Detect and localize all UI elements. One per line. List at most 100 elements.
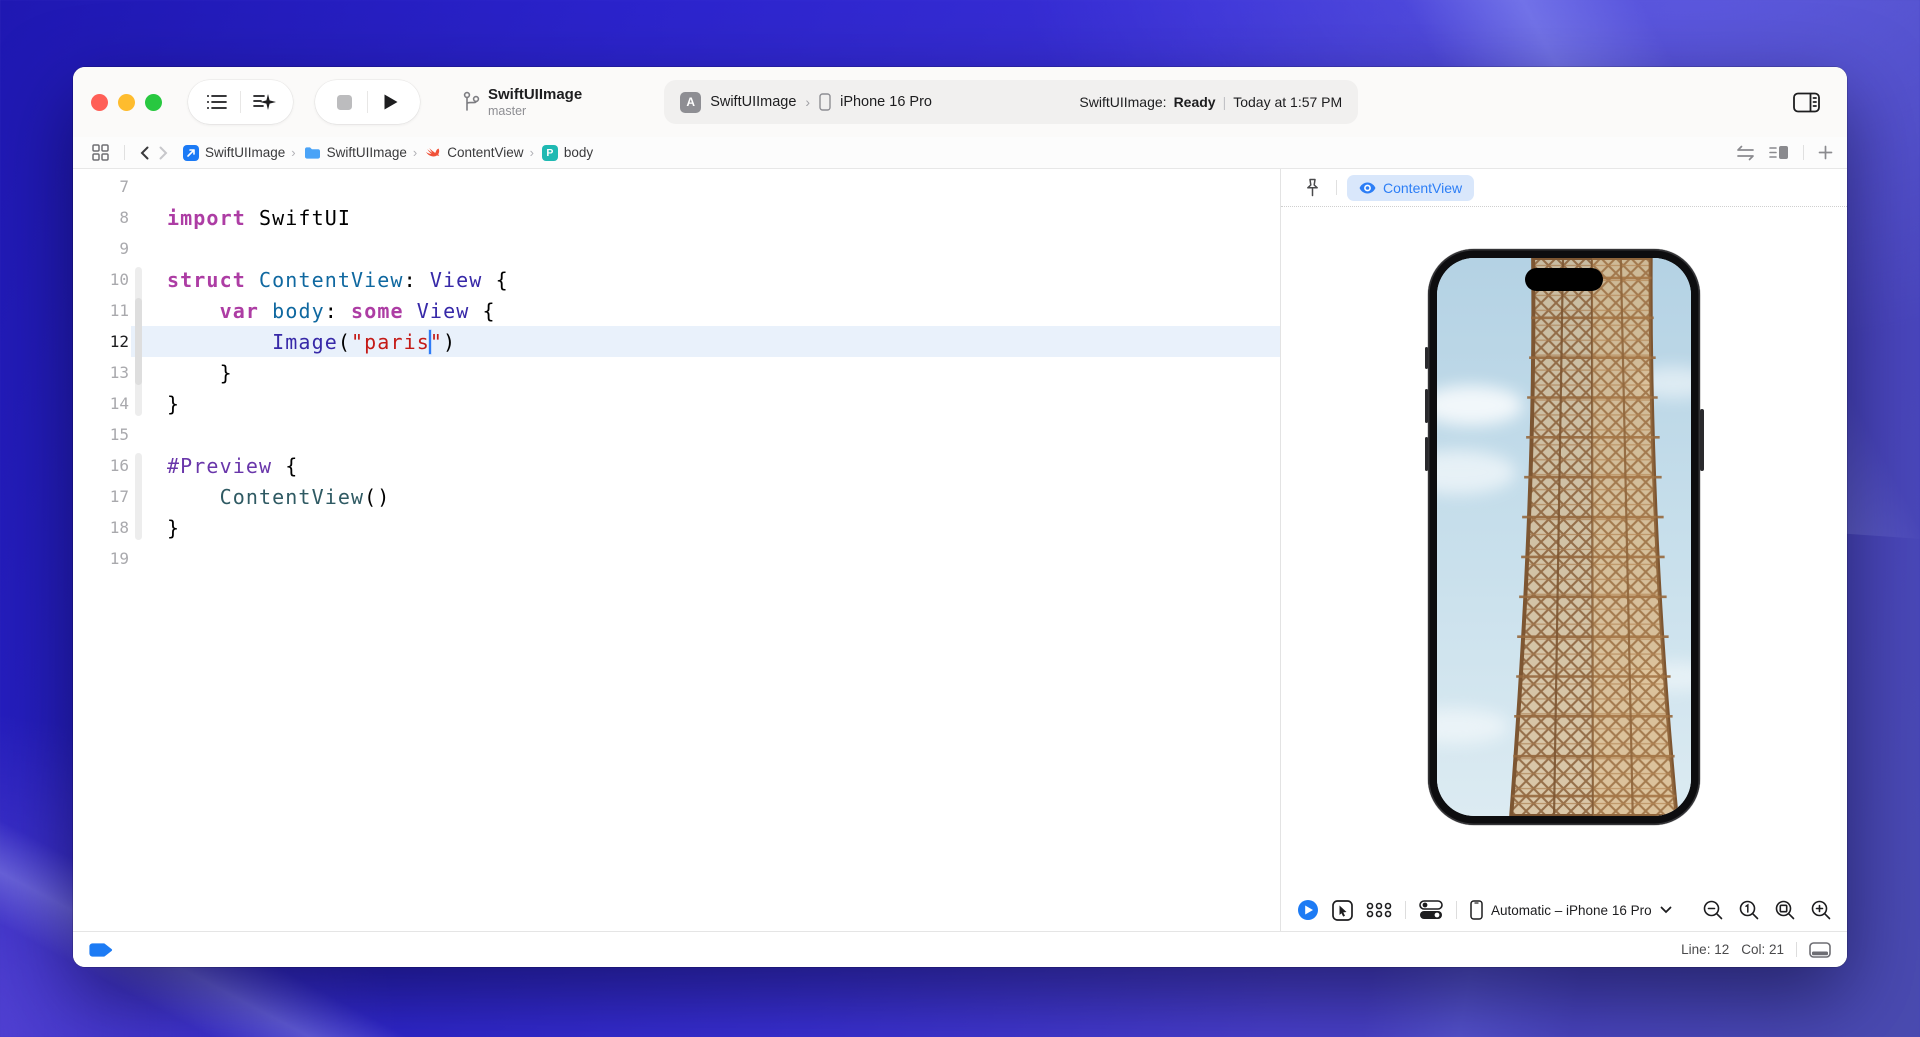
device-selector-label: Automatic – iPhone 16 Pro: [1491, 903, 1652, 918]
source-control-summary[interactable]: SwiftUIImage master: [462, 86, 582, 118]
code-line[interactable]: 11 var body: some View {: [73, 295, 1280, 326]
breadcrumb-item-file[interactable]: ContentView ›: [425, 145, 534, 161]
dynamic-island: [1525, 268, 1603, 291]
run-button[interactable]: [368, 84, 414, 120]
device-selector[interactable]: Automatic – iPhone 16 Pro: [1470, 900, 1672, 920]
breadcrumb-item-group[interactable]: SwiftUIImage ›: [304, 145, 418, 160]
preview-tab-contentview[interactable]: ContentView: [1347, 175, 1474, 201]
stop-icon: [337, 95, 352, 110]
inspector-toggle-button[interactable]: [1783, 84, 1829, 120]
code-line[interactable]: 16#Preview {: [73, 450, 1280, 481]
code-line[interactable]: 10struct ContentView: View {: [73, 264, 1280, 295]
breadcrumb-label: body: [564, 145, 593, 160]
code-text: }: [129, 516, 180, 540]
related-items-icon: [92, 144, 109, 161]
debug-area-icon[interactable]: [1809, 942, 1831, 958]
line-number: 12: [73, 332, 129, 351]
chevron-right-icon: ›: [805, 94, 810, 110]
back-button[interactable]: [135, 146, 154, 160]
git-branch-icon: [462, 91, 480, 113]
iphone-icon: [819, 93, 831, 111]
divider: [124, 145, 125, 160]
code-line[interactable]: 13 }: [73, 357, 1280, 388]
run-destination[interactable]: iPhone 16 Pro: [840, 94, 932, 110]
branch-name: master: [488, 104, 582, 118]
iphone-preview-device[interactable]: [1428, 249, 1700, 825]
chevron-right-icon: ›: [413, 145, 417, 160]
code-line[interactable]: 7: [73, 171, 1280, 202]
code-line[interactable]: 15: [73, 419, 1280, 450]
line-number: 18: [73, 518, 129, 537]
code-line[interactable]: 18}: [73, 512, 1280, 543]
scheme-selector[interactable]: A SwiftUIImage › iPhone 16 Pro: [680, 92, 932, 113]
canvas-bottom-bar: Automatic – iPhone 16 Pro: [1281, 889, 1847, 931]
swap-arrows-icon[interactable]: [1736, 145, 1755, 161]
breadcrumb-item-symbol[interactable]: P body: [542, 145, 593, 161]
code-line[interactable]: 9: [73, 233, 1280, 264]
line-number: 13: [73, 363, 129, 382]
status-divider: |: [1223, 94, 1227, 110]
zoom-in-icon[interactable]: [1811, 900, 1831, 920]
code-lines: 78import SwiftUI910struct ContentView: V…: [73, 171, 1280, 574]
breadcrumb-label: SwiftUIImage: [205, 145, 285, 160]
zoom-fit-icon[interactable]: [1775, 900, 1795, 920]
canvas-body: [1281, 207, 1847, 889]
code-text: import SwiftUI: [129, 206, 351, 230]
code-line[interactable]: 12 Image("paris"): [73, 326, 1280, 357]
ai-compose-button[interactable]: [241, 84, 287, 120]
volume-up-button: [1425, 389, 1429, 423]
toolbar: SwiftUIImage master A SwiftUIImage › iPh…: [73, 67, 1847, 137]
zoom-100-icon[interactable]: [1739, 900, 1759, 920]
related-items-button[interactable]: [87, 144, 114, 161]
eye-icon: [1359, 182, 1376, 194]
source-editor[interactable]: 78import SwiftUI910struct ContentView: V…: [73, 169, 1280, 931]
divider: [1803, 145, 1804, 160]
back-chevron-icon: [140, 146, 149, 160]
line-number: 8: [73, 208, 129, 227]
pin-icon[interactable]: [1299, 178, 1326, 197]
property-icon: P: [542, 145, 558, 161]
code-line[interactable]: 17 ContentView(): [73, 481, 1280, 512]
select-mode-button[interactable]: [1332, 900, 1353, 921]
xcode-window: SwiftUIImage master A SwiftUIImage › iPh…: [73, 67, 1847, 967]
forward-button[interactable]: [154, 146, 173, 160]
device-settings-icon[interactable]: [1419, 900, 1443, 920]
divider: [1405, 901, 1406, 919]
code-text: }: [129, 392, 180, 416]
minimize-button[interactable]: [118, 94, 135, 111]
breadcrumb-label: SwiftUIImage: [327, 145, 407, 160]
editor-options-icon[interactable]: [1769, 145, 1789, 160]
jump-bar: SwiftUIImage › SwiftUIImage › ContentVie…: [73, 137, 1847, 169]
line-number: 17: [73, 487, 129, 506]
stop-button[interactable]: [321, 84, 367, 120]
navigator-list-button[interactable]: [194, 84, 240, 120]
chevron-right-icon: ›: [530, 145, 534, 160]
folder-icon: [304, 146, 321, 160]
code-text: Image("paris"): [129, 330, 456, 354]
iphone-icon: [1470, 900, 1483, 920]
code-line[interactable]: 19: [73, 543, 1280, 574]
line-indicator: Line: 12: [1681, 942, 1729, 957]
breadcrumb-item-project[interactable]: SwiftUIImage ›: [183, 145, 296, 161]
activity-status[interactable]: SwiftUIImage: Ready | Today at 1:57 PM: [1079, 94, 1342, 110]
status-app: SwiftUIImage:: [1079, 94, 1166, 110]
zoom-button[interactable]: [145, 94, 162, 111]
variants-icon[interactable]: [1366, 901, 1392, 919]
status-bar: Line: 12 Col: 21: [73, 931, 1847, 967]
code-line[interactable]: 14}: [73, 388, 1280, 419]
live-preview-button[interactable]: [1297, 899, 1319, 921]
code-line[interactable]: 8import SwiftUI: [73, 202, 1280, 233]
column-indicator: Col: 21: [1741, 942, 1784, 957]
code-text: ContentView(): [129, 485, 390, 509]
preview-tab-label: ContentView: [1383, 180, 1462, 196]
status-state: Ready: [1174, 94, 1216, 110]
status-time: Today at 1:57 PM: [1233, 94, 1342, 110]
plus-icon[interactable]: [1818, 145, 1833, 160]
line-number: 15: [73, 425, 129, 444]
close-button[interactable]: [91, 94, 108, 111]
divider: [1456, 901, 1457, 919]
window-controls: [91, 94, 162, 111]
tag-icon[interactable]: [89, 942, 114, 958]
project-icon: [183, 145, 199, 161]
zoom-out-icon[interactable]: [1703, 900, 1723, 920]
